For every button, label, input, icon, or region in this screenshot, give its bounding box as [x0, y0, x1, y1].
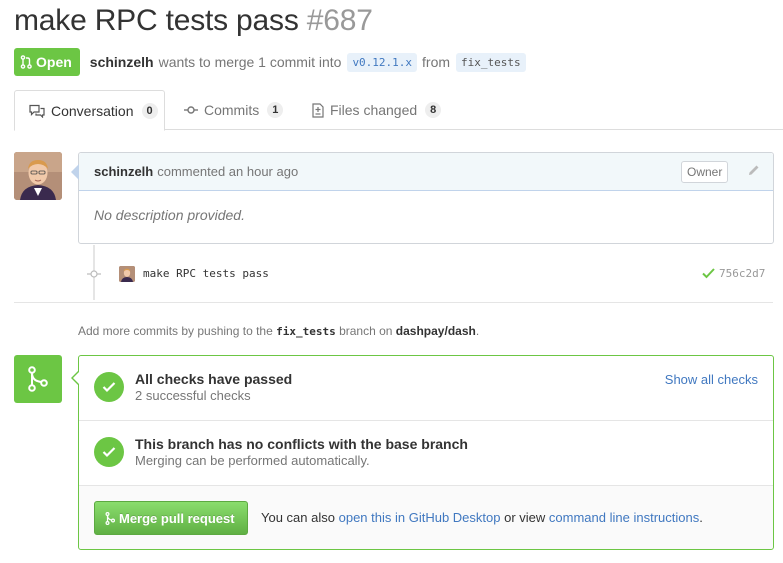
- checks-row: All checks have passed 2 successful chec…: [79, 356, 773, 421]
- checks-subtitle: 2 successful checks: [135, 388, 251, 403]
- command-line-link[interactable]: command line instructions: [549, 510, 699, 525]
- comment-header: schinzelh commented an hour ago Owner: [79, 153, 773, 191]
- pr-number: #687: [306, 4, 373, 37]
- check-circle-icon: [94, 437, 124, 467]
- checks-title: All checks have passed: [135, 371, 293, 387]
- user-avatar-icon: [119, 266, 135, 282]
- commit-sha-link[interactable]: 756c2d7: [719, 267, 765, 280]
- hint-middle: branch on: [339, 324, 393, 338]
- show-all-checks-link[interactable]: Show all checks: [665, 372, 758, 387]
- file-diff-icon: [312, 102, 324, 118]
- pr-title: make RPC tests pass: [14, 4, 299, 37]
- or-view-text: or view: [504, 510, 546, 525]
- conflicts-title: This branch has no conflicts with the ba…: [135, 436, 468, 452]
- comment-body: No description provided.: [94, 207, 245, 223]
- commit-message-link[interactable]: make RPC tests pass: [143, 267, 269, 280]
- check-circle-icon: [94, 372, 124, 402]
- tab-label: Conversation: [51, 102, 134, 119]
- tab-label: Files changed: [330, 102, 418, 118]
- end-text: .: [699, 510, 703, 525]
- owner-badge: Owner: [681, 161, 729, 183]
- avatar[interactable]: [14, 152, 62, 200]
- comment-author-link[interactable]: schinzelh: [94, 164, 153, 179]
- hint-prefix: Add more commits by pushing to the: [78, 324, 273, 338]
- git-merge-icon: [105, 511, 115, 525]
- git-merge-icon: [28, 366, 48, 392]
- pencil-icon[interactable]: [747, 163, 761, 180]
- pr-author-link[interactable]: schinzelh: [90, 54, 154, 70]
- conflicts-row: This branch has no conflicts with the ba…: [79, 421, 773, 486]
- pull-request-icon: [20, 55, 32, 69]
- tab-commits[interactable]: Commits 1: [184, 90, 284, 130]
- merge-status-icon: [14, 355, 62, 403]
- user-avatar-icon: [14, 152, 62, 200]
- merge-action-row: Merge pull request You can also open thi…: [79, 486, 773, 549]
- push-hint: Add more commits by pushing to the fix_t…: [78, 324, 479, 338]
- tab-counter: 1: [267, 102, 284, 118]
- check-icon[interactable]: [702, 267, 715, 282]
- commit-avatar[interactable]: [119, 266, 135, 282]
- comment-box: schinzelh commented an hour ago Owner No…: [71, 152, 774, 244]
- state-label: Open: [36, 54, 72, 70]
- pr-tabs: Conversation 0 Commits 1 Files changed 8: [14, 90, 783, 131]
- hint-branch: fix_tests: [276, 325, 336, 338]
- github-desktop-link[interactable]: open this in GitHub Desktop: [339, 510, 501, 525]
- tab-counter: 8: [425, 102, 442, 118]
- pr-meta: Open schinzelh wants to merge 1 commit i…: [14, 48, 526, 76]
- git-commit-icon: [184, 106, 198, 114]
- head-branch[interactable]: fix_tests: [456, 52, 526, 72]
- tab-conversation[interactable]: Conversation 0: [14, 90, 165, 131]
- pr-title-heading: make RPC tests pass #687: [14, 4, 373, 38]
- merge-button-label: Merge pull request: [119, 510, 235, 526]
- timeline-divider: [14, 302, 773, 303]
- comment-discussion-icon: [29, 104, 45, 118]
- merge-pull-request-button[interactable]: Merge pull request: [94, 501, 248, 535]
- repo-owner: dashpay: [395, 324, 445, 338]
- tab-files-changed[interactable]: Files changed 8: [312, 90, 442, 130]
- base-branch[interactable]: v0.12.1.x: [347, 52, 418, 72]
- tab-label: Commits: [204, 102, 260, 118]
- merge-box: All checks have passed 2 successful chec…: [71, 355, 774, 550]
- comment-timestamp[interactable]: commented an hour ago: [157, 164, 298, 179]
- hint-suffix: .: [475, 324, 480, 338]
- also-text: You can also: [261, 510, 335, 525]
- merge-text: wants to merge 1 commit into: [158, 54, 342, 70]
- conflicts-subtitle: Merging can be performed automatically.: [135, 453, 370, 468]
- git-commit-icon: [87, 267, 101, 284]
- from-text: from: [422, 54, 451, 70]
- merge-alternatives: You can also open this in GitHub Desktop…: [261, 510, 703, 525]
- state-badge: Open: [14, 48, 80, 76]
- tab-counter: 0: [141, 102, 158, 119]
- repo-name: dash: [447, 324, 476, 338]
